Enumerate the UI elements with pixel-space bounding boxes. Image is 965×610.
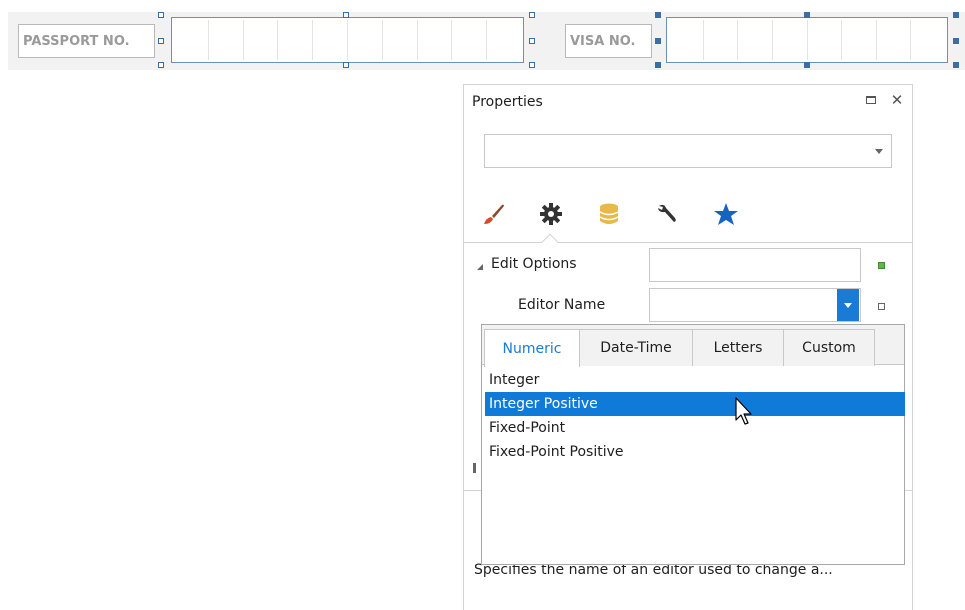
editor-list: Integer Integer Positive Fixed-Point Fix… [485, 368, 905, 464]
editor-name-label: Editor Name [518, 297, 606, 313]
tab-tools[interactable] [650, 197, 684, 231]
resize-handle[interactable] [655, 12, 661, 18]
list-item[interactable]: Fixed-Point Positive [485, 440, 905, 464]
tab-strip-divider [464, 242, 912, 243]
resize-handle[interactable] [343, 62, 349, 68]
character-cell [418, 20, 453, 60]
tab-letters[interactable]: Letters [692, 329, 784, 366]
resize-handle[interactable] [158, 38, 164, 44]
list-item[interactable]: Fixed-Point [485, 416, 905, 440]
tab-data[interactable] [592, 197, 626, 231]
collapse-triangle-icon[interactable] [476, 260, 484, 270]
passport-character-comb[interactable] [171, 17, 524, 63]
chevron-down-icon [844, 302, 852, 308]
wrench-icon [658, 204, 676, 222]
character-cell [738, 20, 773, 60]
character-cell [911, 20, 945, 60]
resize-handle[interactable] [529, 38, 535, 44]
resize-handle[interactable] [158, 62, 164, 68]
mouse-cursor-icon [735, 397, 752, 425]
star-icon [714, 203, 738, 225]
character-cell [244, 20, 279, 60]
character-cell [877, 20, 912, 60]
edit-options-label: Edit Options [491, 256, 577, 272]
tab-favorites[interactable] [709, 197, 743, 231]
character-cell [174, 20, 209, 60]
visa-label-text: VISA NO. [570, 33, 636, 49]
character-cell [773, 20, 808, 60]
expand-triangle-icon[interactable] [473, 463, 476, 473]
tab-date-time[interactable]: Date-Time [579, 329, 693, 366]
gear-icon [540, 203, 562, 225]
passport-label[interactable]: PASSPORT NO. [18, 24, 155, 58]
character-cell [383, 20, 418, 60]
tab-numeric[interactable]: Numeric [484, 329, 580, 367]
character-cell [313, 20, 348, 60]
character-cell [452, 20, 488, 60]
resize-handle[interactable] [343, 12, 349, 18]
editor-name-dropdown-popup: Numeric Date-Time Letters Custom Integer… [481, 324, 905, 565]
visa-label[interactable]: VISA NO. [565, 24, 652, 58]
editor-name-combo[interactable] [649, 288, 861, 322]
character-cell [348, 20, 383, 60]
chevron-down-icon [875, 149, 883, 154]
resize-handle[interactable] [529, 12, 535, 18]
resize-handle[interactable] [655, 38, 661, 44]
passport-label-text: PASSPORT NO. [23, 33, 130, 49]
maximize-button[interactable] [864, 93, 878, 107]
resize-handle[interactable] [804, 12, 810, 18]
resize-handle[interactable] [529, 62, 535, 68]
editor-name-dropdown-button[interactable] [837, 289, 859, 321]
maximize-icon [866, 96, 876, 104]
resize-handle[interactable] [953, 62, 959, 68]
panel-title: Properties [472, 94, 543, 110]
properties-panel: Properties ✕ Edit Options Editor Name Sp… [463, 84, 913, 610]
edit-options-value[interactable] [649, 248, 861, 282]
property-default-indicator [878, 303, 885, 310]
paintbrush-icon [484, 204, 504, 224]
character-cell [209, 20, 244, 60]
object-selector-combo[interactable] [484, 134, 892, 168]
tab-custom[interactable]: Custom [783, 329, 875, 366]
resize-handle[interactable] [158, 12, 164, 18]
property-modified-indicator [878, 262, 885, 269]
active-tab-indicator [541, 233, 559, 251]
database-icon [599, 203, 619, 224]
close-icon: ✕ [890, 90, 904, 109]
character-cell [669, 20, 704, 60]
list-item[interactable]: Integer [485, 368, 905, 392]
resize-handle[interactable] [804, 62, 810, 68]
character-cell [704, 20, 739, 60]
resize-handle[interactable] [953, 12, 959, 18]
close-button[interactable]: ✕ [890, 90, 904, 109]
character-cell [842, 20, 877, 60]
tab-behavior[interactable] [534, 197, 568, 231]
character-cell [487, 20, 521, 60]
tab-appearance[interactable] [477, 197, 511, 231]
character-cell [278, 20, 314, 60]
resize-handle[interactable] [655, 62, 661, 68]
resize-handle[interactable] [953, 38, 959, 44]
character-cell [808, 20, 843, 60]
list-item[interactable]: Integer Positive [485, 392, 905, 416]
visa-character-comb[interactable] [666, 17, 948, 63]
